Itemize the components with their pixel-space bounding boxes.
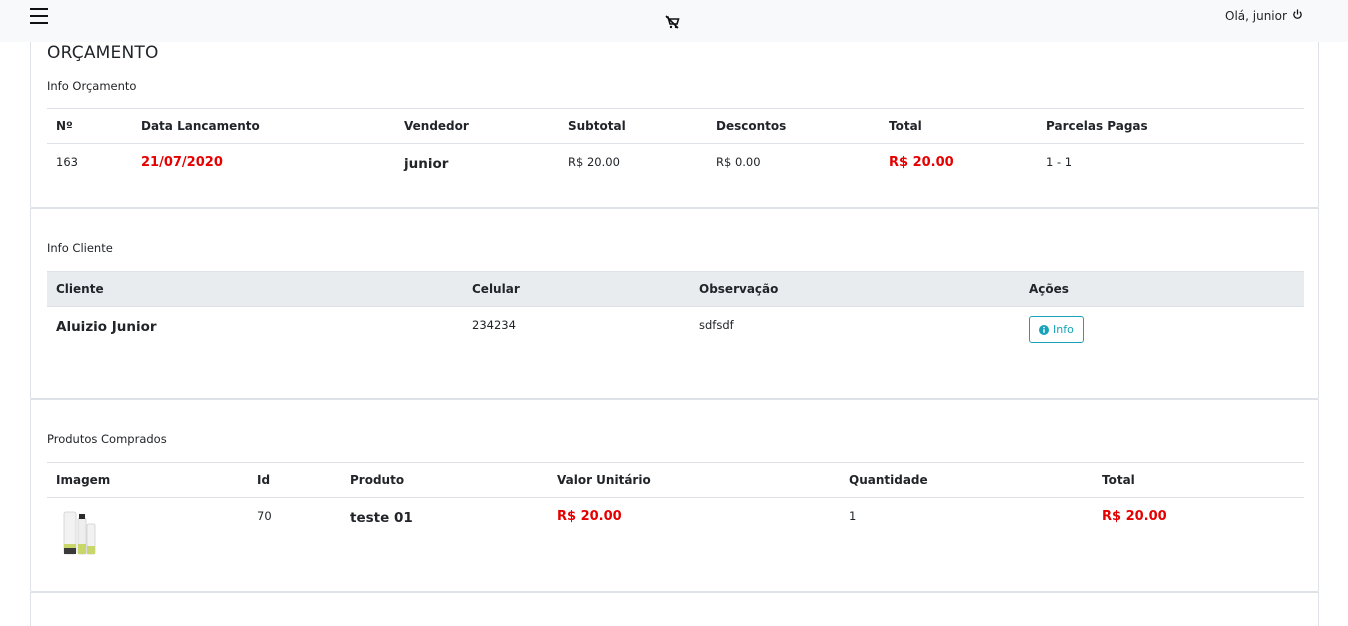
cart-off-icon[interactable] xyxy=(664,14,680,30)
col-header: Total xyxy=(1102,473,1135,487)
orcamento-total: R$ 20.00 xyxy=(889,155,954,170)
produto-quantidade: 1 xyxy=(849,509,857,523)
table-row: 163 21/07/2020 junior R$ 20.00 R$ 0.00 R… xyxy=(47,144,1304,172)
col-header: Valor Unitário xyxy=(557,473,651,487)
col-header: Ações xyxy=(1029,282,1069,296)
produto-id: 70 xyxy=(257,509,272,523)
orcamento-vendedor: junior xyxy=(404,156,449,172)
col-header: Cliente xyxy=(56,282,104,296)
hamburger-menu-icon[interactable] xyxy=(30,7,48,25)
col-header: Produto xyxy=(350,473,405,487)
orcamento-parcelas: 1 - 1 xyxy=(1046,155,1073,169)
cliente-nome: Aluizio Junior xyxy=(56,319,157,335)
page-title: ORÇAMENTO xyxy=(47,43,159,63)
table-header-row: Imagem Id Produto Valor Unitário Quantid… xyxy=(47,462,1304,498)
col-header: Observação xyxy=(699,282,779,296)
col-header: Descontos xyxy=(716,119,787,133)
cliente-table: Cliente Celular Observação Ações Aluizio… xyxy=(47,271,1304,343)
info-button-label: Info xyxy=(1053,323,1074,336)
produto-valor-unitario: R$ 20.00 xyxy=(557,509,622,524)
produtos-table: Imagem Id Produto Valor Unitário Quantid… xyxy=(47,462,1304,561)
section-label-info-cliente: Info Cliente xyxy=(47,241,113,255)
cliente-celular: 234234 xyxy=(472,318,516,332)
info-button[interactable]: Info xyxy=(1029,316,1084,343)
col-header: Parcelas Pagas xyxy=(1046,119,1148,133)
table-row: Aluizio Junior 234234 sdfsdf Info xyxy=(47,307,1304,343)
produtos-card: Produtos Comprados Imagem Id Produto Val… xyxy=(30,399,1319,592)
orcamento-descontos: R$ 0.00 xyxy=(716,155,761,169)
table-row: 70 teste 01 R$ 20.00 1 R$ 20.00 xyxy=(47,498,1304,562)
user-greeting: Olá, junior xyxy=(1225,9,1287,23)
top-navbar: Olá, junior xyxy=(0,0,1348,42)
col-header: Celular xyxy=(472,282,520,296)
produto-nome: teste 01 xyxy=(350,510,413,526)
col-header: Subtotal xyxy=(568,119,626,133)
next-card xyxy=(30,592,1319,626)
table-header-row: Cliente Celular Observação Ações xyxy=(47,271,1304,307)
power-icon[interactable] xyxy=(1292,9,1303,20)
orcamento-table: Nº Data Lancamento Vendedor Subtotal Des… xyxy=(47,108,1304,172)
orcamento-subtotal: R$ 20.00 xyxy=(568,155,620,169)
produto-imagem-cell xyxy=(47,498,248,562)
col-header: Quantidade xyxy=(849,473,928,487)
cliente-acoes: Info xyxy=(1020,307,1304,343)
product-image xyxy=(63,511,96,555)
cliente-card: Info Cliente Cliente Celular Observação … xyxy=(30,208,1319,399)
info-circle-icon xyxy=(1039,324,1049,335)
orcamento-card: ORÇAMENTO Info Orçamento Nº Data Lancame… xyxy=(30,42,1319,208)
table-header-row: Nº Data Lancamento Vendedor Subtotal Des… xyxy=(47,108,1304,144)
orcamento-numero: 163 xyxy=(56,155,78,169)
col-header: Nº xyxy=(56,119,73,133)
col-header: Imagem xyxy=(56,473,111,487)
col-header: Id xyxy=(257,473,271,487)
section-label-info-orcamento: Info Orçamento xyxy=(47,79,137,93)
col-header: Vendedor xyxy=(404,119,469,133)
section-label-produtos-comprados: Produtos Comprados xyxy=(47,432,167,446)
col-header: Total xyxy=(889,119,922,133)
col-header: Data Lancamento xyxy=(141,119,260,133)
orcamento-data: 21/07/2020 xyxy=(141,155,223,170)
cliente-observacao: sdfsdf xyxy=(699,318,734,332)
produto-total: R$ 20.00 xyxy=(1102,509,1167,524)
